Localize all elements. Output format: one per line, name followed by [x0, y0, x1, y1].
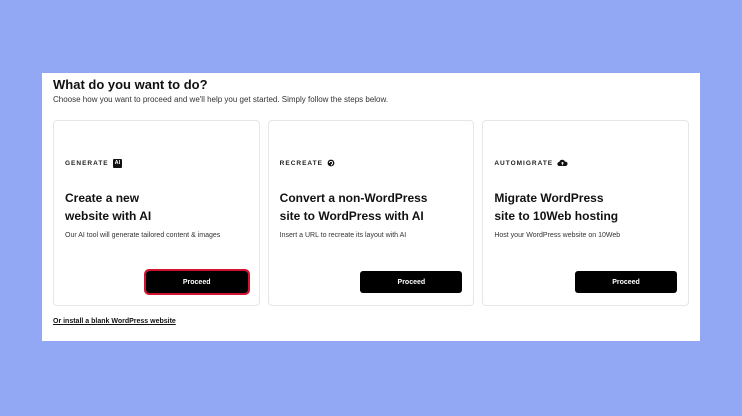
page-subtitle: Choose how you want to proceed and we'll… — [53, 95, 389, 104]
card-generate: GENERATE AI Create a new website with AI… — [53, 120, 260, 306]
card-description: Host your WordPress website on 10Web — [494, 232, 621, 239]
card-title: Migrate WordPress site to 10Web hosting — [494, 189, 664, 225]
card-title-line: Convert a non-WordPress — [279, 191, 428, 205]
page-title: What do you want to do? — [53, 77, 208, 92]
card-automigrate: AUTOMIGRATE Migrate WordPress site to 10… — [482, 120, 690, 306]
install-blank-wordpress-link[interactable]: Or install a blank WordPress website — [53, 318, 176, 325]
proceed-button-recreate[interactable]: Proceed — [360, 271, 463, 293]
card-description: Our AI tool will generate tailored conte… — [65, 232, 221, 239]
card-recreate: RECREATE Convert a non-WordPress site to… — [267, 120, 475, 306]
proceed-button-generate[interactable]: Proceed — [143, 269, 250, 295]
tag-label: AUTOMIGRATE — [494, 159, 554, 167]
card-title-line: Migrate WordPress — [494, 191, 604, 205]
choice-panel: What do you want to do? Choose how you w… — [42, 73, 700, 341]
ai-badge: AI — [112, 159, 123, 168]
card-tag: AUTOMIGRATE — [494, 159, 568, 167]
card-title-line: Create a new — [65, 191, 140, 205]
card-title-line: website with AI — [65, 209, 152, 223]
tag-label: RECREATE — [279, 159, 323, 167]
proceed-button-automigrate[interactable]: Proceed — [575, 271, 678, 293]
cloud-upload-icon — [557, 159, 568, 167]
card-title-line: site to 10Web hosting — [494, 209, 619, 223]
tag-label: GENERATE — [65, 160, 109, 167]
card-tag: RECREATE — [280, 159, 335, 167]
card-description: Insert a URL to recreate its layout with… — [279, 232, 407, 239]
card-title-line: site to WordPress with AI — [279, 209, 424, 223]
card-tag: GENERATE AI — [65, 159, 123, 168]
recreate-icon — [327, 159, 335, 167]
option-cards: GENERATE AI Create a new website with AI… — [53, 120, 690, 306]
card-title: Create a new website with AI — [65, 189, 235, 225]
card-title: Convert a non-WordPress site to WordPres… — [280, 189, 450, 225]
